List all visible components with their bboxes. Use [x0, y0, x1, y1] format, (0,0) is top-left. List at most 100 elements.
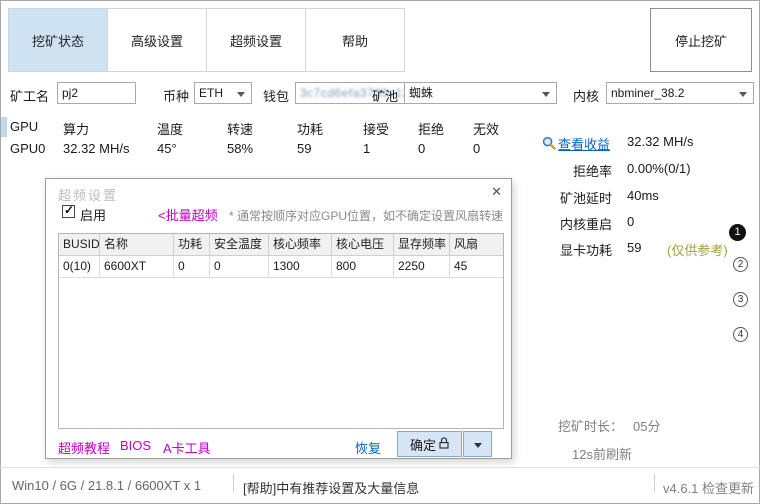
tab-help[interactable]: 帮助 [305, 8, 405, 72]
confirm-button[interactable]: 确定 [397, 431, 462, 457]
col-fan: 转速 [227, 119, 253, 138]
oc-corevolt[interactable]: 800 [332, 256, 394, 278]
gpu-power: 59 [297, 141, 311, 156]
oc-col-name: 名称 [100, 234, 174, 256]
dialog-hint: * 通常按顺序对应GPU位置，如不确定设置风扇转速 [229, 207, 503, 224]
oc-memfreq[interactable]: 2250 [394, 256, 450, 278]
tab-overclock-settings[interactable]: 超频设置 [206, 8, 306, 72]
overclock-dialog: 超频设置 ✕ ✓ 启用 <批量超频 * 通常按顺序对应GPU位置，如不确定设置风… [45, 178, 512, 459]
oc-safetemp[interactable]: 0 [210, 256, 269, 278]
stop-mining-button[interactable]: 停止挖矿 [650, 8, 752, 72]
oc-col-fan: 风扇 [450, 234, 503, 256]
overclock-table-row[interactable]: 0(10) 6600XT 0 0 1300 800 2250 45 [59, 256, 503, 278]
gpu-table-row: GPU0 32.32 MH/s 45° 58% 59 1 0 0 [10, 141, 535, 161]
col-gpu: GPU [10, 119, 38, 134]
overclock-table: BUSID 名称 功耗 安全温度 核心频率 核心电压 显存频率 风扇 0(10)… [58, 233, 504, 429]
total-hashrate-value: 32.32 MH/s [627, 134, 693, 149]
tab-label: 帮助 [342, 31, 368, 50]
badge-3[interactable]: 3 [733, 292, 748, 307]
pool-select[interactable]: 蜘蛛 [404, 82, 557, 104]
col-hashrate: 算力 [63, 119, 89, 138]
confirm-label: 确定 [410, 435, 436, 454]
chevron-down-icon [739, 92, 747, 97]
gpu-fan: 58% [227, 141, 253, 156]
mining-duration-label: 挖矿时长： [558, 416, 623, 435]
gpu-invalid: 0 [473, 141, 480, 156]
stop-mining-label: 停止挖矿 [675, 31, 727, 50]
coin-value: ETH [199, 86, 223, 100]
reject-rate-label: 拒绝率 [540, 161, 612, 180]
kernel-select[interactable]: nbminer_38.2 [606, 82, 754, 104]
statusbar-separator [654, 474, 655, 492]
oc-name: 6600XT [100, 256, 174, 278]
refresh-info: 12s前刷新 [572, 444, 632, 463]
gpu-power-label: 显卡功耗 [540, 240, 612, 259]
pool-value: 蜘蛛 [409, 86, 433, 100]
oc-col-corevolt: 核心电压 [332, 234, 394, 256]
coin-select[interactable]: ETH [194, 82, 252, 104]
badge-1[interactable]: 1 [729, 224, 746, 241]
col-rejected: 拒绝 [418, 119, 444, 138]
batch-overclock-link[interactable]: <批量超频 [158, 205, 218, 224]
miner-name-label: 矿工名 [10, 86, 49, 105]
mining-duration-value: 05分 [633, 416, 660, 435]
gpu-header-accent [1, 117, 7, 137]
badge-2[interactable]: 2 [733, 257, 748, 272]
close-icon[interactable]: ✕ [491, 184, 502, 200]
system-info: Win10 / 6G / 21.8.1 / 6600XT x 1 [12, 478, 201, 493]
oc-col-busid: BUSID [59, 234, 100, 256]
pool-latency-value: 40ms [627, 188, 659, 203]
help-message: [帮助]中有推荐设置及大量信息 [243, 478, 419, 497]
col-invalid: 无效 [473, 119, 499, 138]
oc-col-corefreq: 核心频率 [269, 234, 332, 256]
gpu-accepted: 1 [363, 141, 370, 156]
col-power: 功耗 [297, 119, 323, 138]
restore-link[interactable]: 恢复 [355, 438, 381, 457]
tab-mining-status[interactable]: 挖矿状态 [8, 8, 108, 72]
gpu-rejected: 0 [418, 141, 425, 156]
statusbar-separator [233, 474, 234, 492]
kernel-value: nbminer_38.2 [611, 86, 684, 100]
miner-name-input[interactable] [57, 82, 136, 104]
gpu-name: GPU0 [10, 141, 45, 156]
kernel-restart-label: 内核重启 [540, 214, 612, 233]
col-accepted: 接受 [363, 119, 389, 138]
oc-corefreq[interactable]: 1300 [269, 256, 332, 278]
bios-link[interactable]: BIOS [120, 438, 151, 453]
reject-rate-value: 0.00%(0/1) [627, 161, 691, 176]
tab-label: 超频设置 [230, 31, 282, 50]
gpu-power-note: (仅供参考) [667, 240, 728, 259]
amd-tools-link[interactable]: A卡工具 [163, 438, 211, 457]
overclock-table-header: BUSID 名称 功耗 安全温度 核心频率 核心电压 显存频率 风扇 [59, 234, 503, 256]
badge-4[interactable]: 4 [733, 327, 748, 342]
coin-label: 币种 [163, 86, 189, 105]
tab-label: 挖矿状态 [32, 31, 84, 50]
oc-col-safetemp: 安全温度 [210, 234, 269, 256]
lock-icon [439, 437, 449, 452]
tab-label: 高级设置 [131, 31, 183, 50]
gpu-power-value: 59 [627, 240, 641, 255]
oc-power[interactable]: 0 [174, 256, 210, 278]
tab-advanced-settings[interactable]: 高级设置 [107, 8, 207, 72]
oc-busid: 0(10) [59, 256, 100, 278]
kernel-restart-value: 0 [627, 214, 634, 229]
oc-col-power: 功耗 [174, 234, 210, 256]
chevron-down-icon [474, 443, 482, 448]
magnifier-icon [542, 136, 556, 153]
version-update-link[interactable]: v4.6.1 检查更新 [663, 478, 754, 497]
view-earnings-link[interactable]: 查看收益 [558, 134, 610, 153]
pool-latency-label: 矿池延时 [540, 188, 612, 207]
checkmark-icon: ✓ [64, 203, 74, 217]
confirm-dropdown-button[interactable] [463, 431, 492, 457]
gpu-temp: 45° [157, 141, 177, 156]
dialog-title: 超频设置 [58, 185, 118, 204]
pool-label: 矿池 [372, 86, 398, 105]
enable-checkbox[interactable]: ✓ [62, 205, 75, 218]
wallet-label: 钱包 [263, 86, 289, 105]
oc-fan[interactable]: 45 [450, 256, 503, 278]
gpu-hashrate: 32.32 MH/s [63, 141, 129, 156]
oc-col-memfreq: 显存频率 [394, 234, 450, 256]
kernel-label: 内核 [573, 86, 599, 105]
overclock-tutorial-link[interactable]: 超频教程 [58, 438, 110, 457]
statusbar-divider [0, 467, 760, 468]
